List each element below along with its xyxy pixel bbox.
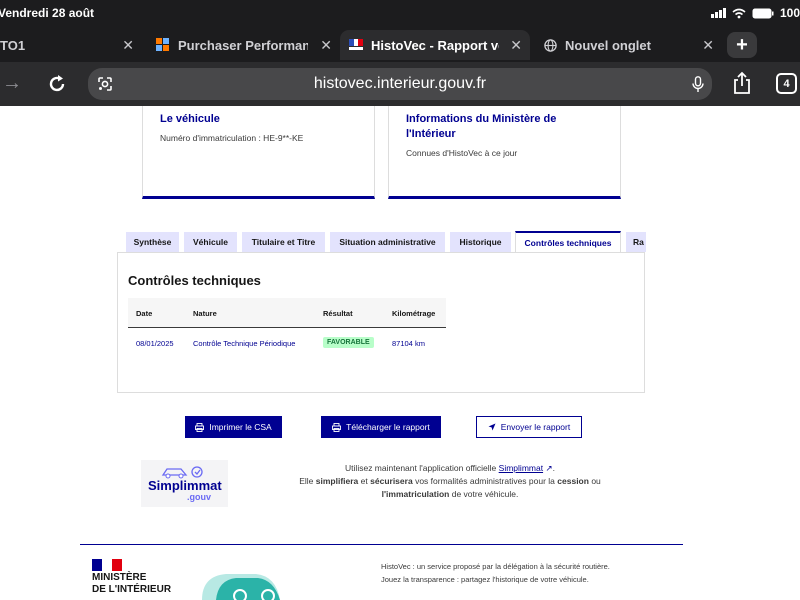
tab-controles-techniques[interactable]: Contrôles techniques <box>515 231 621 253</box>
simplimmat-link[interactable]: Simplimmat <box>499 463 543 473</box>
simplimmat-logo[interactable]: Simplimmat .gouv <box>141 460 228 507</box>
battery-icon <box>752 8 774 18</box>
printer-icon <box>195 422 205 432</box>
french-flag-favicon-icon <box>349 39 363 50</box>
url-field[interactable]: histovec.interieur.gouv.fr <box>88 68 712 100</box>
printer-icon <box>332 422 342 432</box>
tab-new-tab[interactable]: Nouvel onglet ✕ <box>536 30 722 60</box>
tab-label: HistoVec - Rapport ven <box>371 37 499 53</box>
reload-icon[interactable] <box>46 73 68 95</box>
google-lens-icon[interactable] <box>96 75 114 93</box>
print-csa-button[interactable]: Imprimer le CSA <box>185 416 282 438</box>
download-report-button[interactable]: Télécharger le rapport <box>321 416 441 438</box>
tab-rapport[interactable]: Ra <box>626 232 646 252</box>
close-icon[interactable]: ✕ <box>122 37 134 54</box>
promo-text: ou <box>591 476 601 486</box>
browser-tab-strip: TO1 ✕ Purchaser Performance ✕ HistoVec -… <box>0 26 800 62</box>
promo-text: Utilisez maintenant l'application offici… <box>345 463 497 473</box>
vehicle-card: Le véhicule Numéro d'immatriculation : H… <box>142 106 375 199</box>
column-header-result: Résultat <box>323 309 353 318</box>
address-bar-row: → histovec.interieur.gouv.fr 4 <box>0 62 800 106</box>
tab-label: Nouvel onglet <box>565 37 651 53</box>
card-subtitle: Connues d'HistoVec à ce jour <box>406 148 518 158</box>
column-header-date: Date <box>136 309 153 318</box>
tab-to1[interactable]: TO1 ✕ <box>0 30 142 60</box>
forward-arrow-icon[interactable]: → <box>2 72 22 95</box>
new-tab-button[interactable]: + <box>727 32 757 58</box>
histovec-car-illustration-icon <box>202 574 280 600</box>
controles-table: Date Nature Résultat Kilométrage 08/01/2… <box>128 298 446 358</box>
controles-techniques-panel: Contrôles techniques Date Nature Résulta… <box>117 252 645 393</box>
cell-date: 08/01/2025 <box>136 339 174 348</box>
promo-text: Elle <box>299 476 314 486</box>
ministry-line: DE L'INTÉRIEUR <box>92 584 172 595</box>
status-bar: Vendredi 28 août 100 <box>0 0 800 26</box>
tab-histovec[interactable]: HistoVec - Rapport ven ✕ <box>340 30 530 60</box>
promo-text: de votre véhicule. <box>451 489 519 499</box>
footer-divider <box>80 544 683 545</box>
tab-situation-administrative[interactable]: Situation administrative <box>330 232 445 252</box>
column-header-nature: Nature <box>193 309 217 318</box>
ministry-logo-text: MINISTÈRE DE L'INTÉRIEUR <box>92 572 171 596</box>
card-subtitle: Numéro d'immatriculation : HE-9**-KE <box>160 133 304 143</box>
tab-label: Purchaser Performance <box>178 37 308 53</box>
tab-titulaire[interactable]: Titulaire et Titre <box>242 232 325 252</box>
ministry-line: MINISTÈRE <box>92 572 147 583</box>
globe-icon <box>544 38 557 52</box>
promo-text: et <box>360 476 368 486</box>
promo-text: vos formalités administratives pour la <box>415 476 555 486</box>
purchaser-favicon-icon <box>156 38 170 52</box>
battery-level: 100 <box>779 6 800 20</box>
card-title: Le véhicule <box>160 113 220 125</box>
promo-bold: l'immatriculation <box>381 489 450 499</box>
button-label: Télécharger le rapport <box>346 422 430 432</box>
wifi-icon <box>732 8 746 18</box>
footer-tagline-text: Jouez la transparence : partagez l'histo… <box>381 575 589 584</box>
logo-subtext: .gouv <box>187 492 211 502</box>
table-header: Date Nature Résultat Kilométrage <box>128 298 446 328</box>
marianne-flag-icon <box>92 559 122 571</box>
close-icon[interactable]: ✕ <box>510 37 522 54</box>
cell-nature: Contrôle Technique Périodique <box>193 339 296 348</box>
send-icon <box>488 423 496 431</box>
tab-synthese[interactable]: Synthèse <box>126 232 179 252</box>
page-content: Le véhicule Numéro d'immatriculation : H… <box>0 106 800 600</box>
status-date: Vendredi 28 août <box>0 6 95 20</box>
url-text: histovec.interieur.gouv.fr <box>313 75 487 92</box>
tab-count-button[interactable]: 4 <box>776 73 797 94</box>
microphone-icon[interactable] <box>692 76 704 93</box>
logo-text: Simplimmat <box>148 478 222 493</box>
tab-label: TO1 <box>0 37 26 53</box>
promo-bold: simplifiera <box>315 476 359 486</box>
signal-icon <box>710 8 726 18</box>
ministry-card: Informations du Ministère de l'Intérieur… <box>388 106 621 199</box>
button-label: Envoyer le rapport <box>500 422 571 432</box>
card-title: Informations du Ministère de l'Intérieur <box>406 113 557 140</box>
status-indicators: 100 <box>710 6 800 20</box>
tab-count: 4 <box>783 77 790 90</box>
tab-historique[interactable]: Historique <box>450 232 511 252</box>
promo-bold: cession <box>557 476 589 486</box>
promo-bold: sécurisera <box>370 476 413 486</box>
table-row: 08/01/2025 Contrôle Technique Périodique… <box>128 328 446 358</box>
footer-service-text: HistoVec : un service proposé par la dél… <box>381 562 610 571</box>
tab-vehicule[interactable]: Véhicule <box>184 232 237 252</box>
share-icon[interactable] <box>732 71 752 95</box>
button-label: Imprimer le CSA <box>209 422 272 432</box>
close-icon[interactable]: ✕ <box>702 37 714 54</box>
send-report-button[interactable]: Envoyer le rapport <box>476 416 582 438</box>
status-badge: FAVORABLE <box>323 337 374 348</box>
simplimmat-promo-text: Utilisez maintenant l'application offici… <box>299 463 601 499</box>
cell-mileage: 87104 km <box>392 339 425 348</box>
external-link-icon: ↗ <box>545 463 553 473</box>
tab-purchaser-performance[interactable]: Purchaser Performance ✕ <box>148 30 340 60</box>
column-header-mileage: Kilométrage <box>392 309 436 318</box>
close-icon[interactable]: ✕ <box>320 37 332 54</box>
panel-title: Contrôles techniques <box>128 273 261 288</box>
